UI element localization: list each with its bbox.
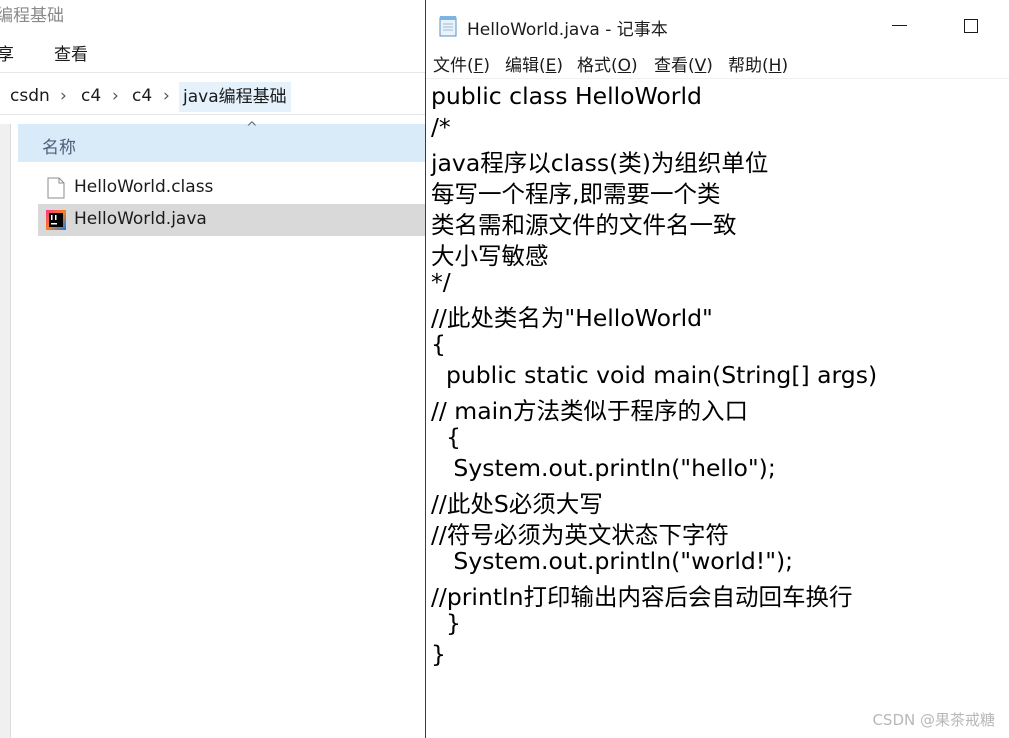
code-line: //符号必须为英文状态下字符 — [431, 521, 729, 549]
code-line: 类名需和源文件的文件名一致 — [431, 211, 737, 239]
file-name: HelloWorld.java — [74, 209, 207, 229]
breadcrumb-item-c4-sub[interactable]: c4 — [132, 86, 152, 106]
code-line: java程序以class(类)为组织单位 — [431, 149, 769, 177]
code-line: } — [431, 640, 446, 668]
code-line: public class HelloWorld — [431, 82, 702, 110]
minimize-icon[interactable] — [892, 25, 907, 26]
file-name: HelloWorld.class — [74, 177, 214, 197]
code-line: { — [431, 330, 446, 358]
ribbon-tab-view[interactable]: 查看 — [54, 40, 88, 65]
column-header-label: 名称 — [42, 138, 76, 158]
file-row-java[interactable]: HelloWorld.java — [38, 204, 426, 236]
menu-format[interactable]: 格式(O) — [577, 51, 638, 76]
code-line: */ — [431, 268, 451, 296]
code-line: //此处S必须大写 — [431, 490, 603, 518]
breadcrumb-item-java-basics[interactable]: java编程基础 — [179, 82, 291, 112]
code-line: System.out.println("world!"); — [431, 547, 794, 575]
code-line: public static void main(String[] args) — [431, 361, 878, 389]
ribbon-tab-share[interactable]: 享 — [0, 40, 14, 65]
ribbon-divider — [0, 72, 426, 73]
code-line: //此处类名为"HelloWorld" — [431, 304, 713, 332]
sort-ascending-icon: ^ — [246, 120, 258, 136]
generic-file-icon — [47, 177, 65, 199]
code-line: //println打印输出内容后会自动回车换行 — [431, 583, 853, 611]
breadcrumb[interactable]: csdn › c4 › c4 › java编程基础 — [0, 82, 426, 112]
window-title: HelloWorld.java - 记事本 — [467, 20, 668, 40]
code-line: 每写一个程序,即需要一个类 — [431, 180, 721, 208]
chevron-right-icon[interactable]: › — [60, 86, 67, 106]
notepad-titlebar[interactable]: HelloWorld.java - 记事本 — [426, 0, 1009, 46]
menu-view[interactable]: 查看(V) — [654, 51, 713, 76]
code-line: 大小写敏感 — [431, 242, 549, 270]
menu-bar: 文件(F) 编辑(E) 格式(O) 查看(V) 帮助(H) — [426, 50, 1009, 76]
maximize-icon[interactable] — [964, 19, 978, 33]
menu-help[interactable]: 帮助(H) — [728, 51, 788, 76]
code-line: { — [431, 423, 461, 451]
code-line: System.out.println("hello"); — [431, 454, 776, 482]
breadcrumb-item-c4[interactable]: c4 — [81, 86, 101, 106]
code-line: /* — [431, 113, 451, 141]
notepad-icon — [439, 16, 457, 37]
text-editor[interactable]: public class HelloWorld /* java程序以class(… — [431, 79, 1006, 738]
notepad-window: HelloWorld.java - 记事本 文件(F) 编辑(E) 格式(O) … — [425, 0, 1009, 738]
navigation-pane[interactable] — [0, 124, 11, 738]
intellij-java-icon — [46, 210, 66, 230]
breadcrumb-item-csdn[interactable]: csdn — [10, 86, 50, 106]
chevron-right-icon[interactable]: › — [163, 86, 170, 106]
menu-edit[interactable]: 编辑(E) — [505, 51, 563, 76]
code-line: } — [431, 609, 461, 637]
explorer-title: 编程基础 — [0, 6, 64, 26]
address-divider — [0, 114, 426, 115]
menu-file[interactable]: 文件(F) — [433, 51, 490, 76]
watermark: CSDN @果茶戒糖 — [872, 711, 995, 729]
chevron-right-icon[interactable]: › — [112, 86, 119, 106]
file-row-class[interactable]: HelloWorld.class — [38, 172, 426, 204]
column-header-name[interactable]: ^ 名称 — [18, 120, 426, 162]
code-line: // main方法类似于程序的入口 — [431, 397, 749, 425]
